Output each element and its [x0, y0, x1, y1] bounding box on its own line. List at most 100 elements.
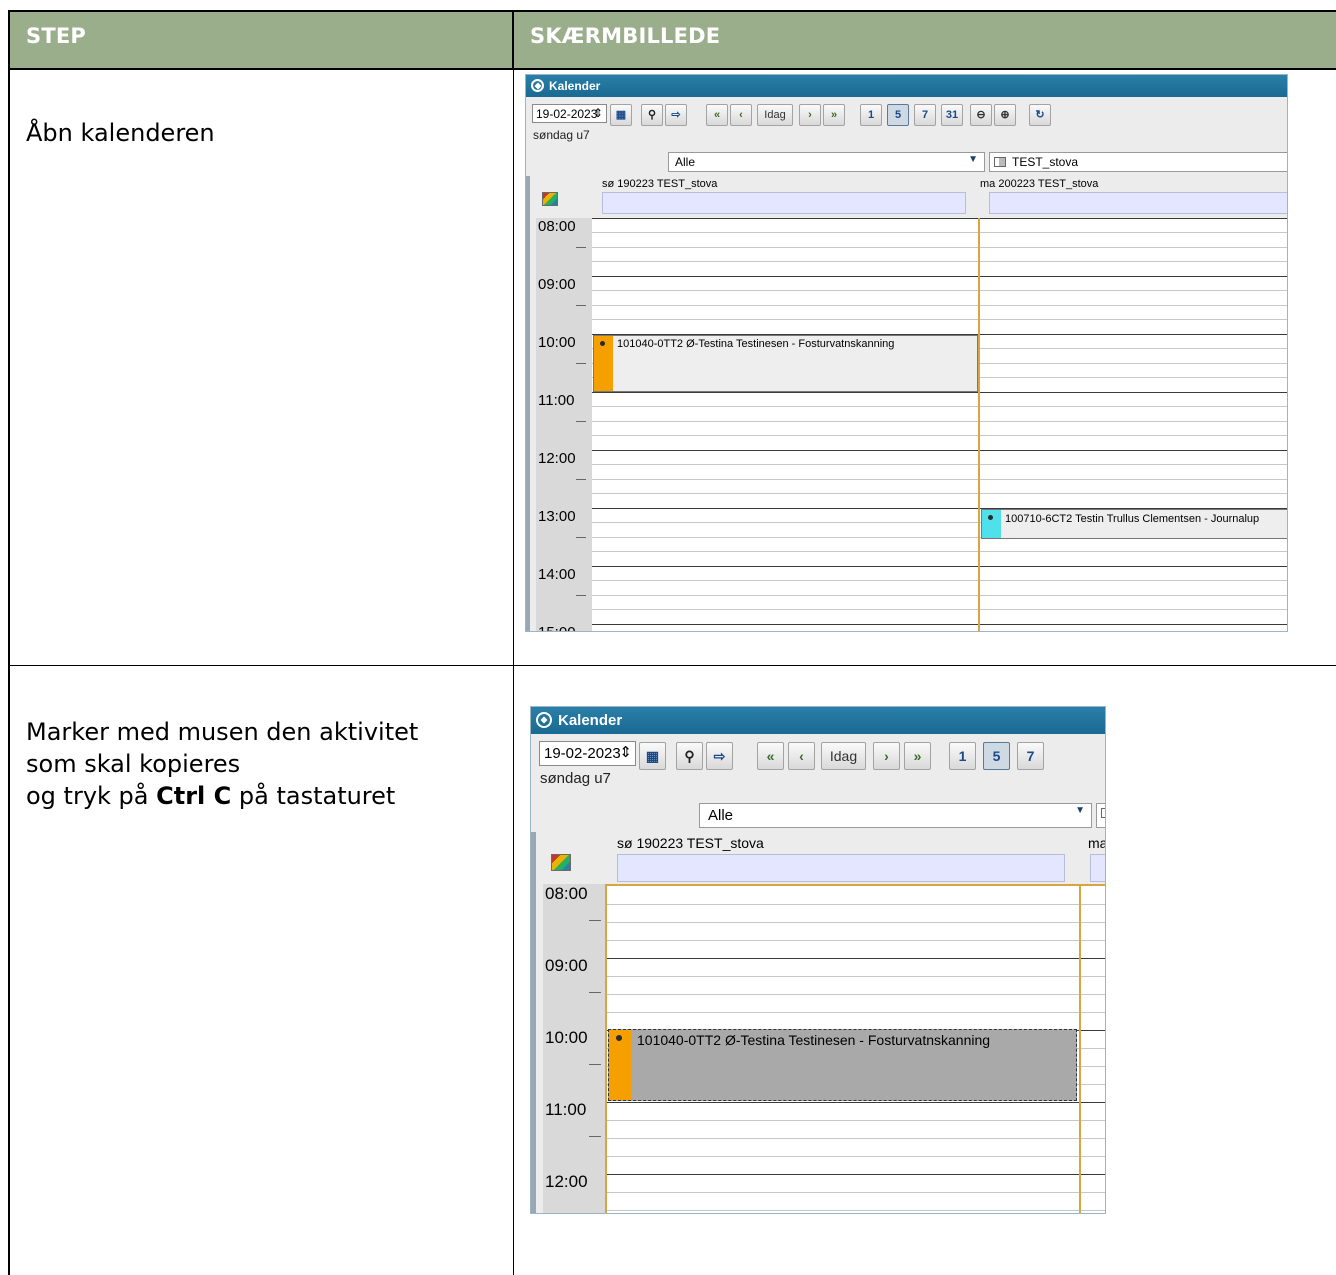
quarter-line [607, 1012, 1105, 1013]
half-hour-tick [576, 595, 586, 596]
resource-field[interactable] [1096, 803, 1105, 828]
forward-day-icon[interactable]: › [873, 742, 900, 770]
resource-icon [1101, 808, 1105, 818]
resource-field[interactable]: TEST_stova [989, 152, 1287, 172]
quarter-line [592, 290, 1287, 291]
calendar-grid[interactable]: 101040-0TT2 Ø-Testina Testinesen - Fostu… [605, 884, 1105, 1213]
today-button[interactable]: Idag [821, 742, 866, 770]
quarter-line [592, 493, 1287, 494]
day-separator [978, 218, 980, 631]
hour-label: 08:00 [545, 884, 588, 903]
event-fosturvatnskanning[interactable]: 101040-0TT2 Ø-Testina Testinesen - Fostu… [593, 335, 978, 392]
column-divider [513, 70, 514, 1275]
view-1-day-button[interactable]: 1 [860, 104, 882, 126]
forward-week-icon[interactable]: » [823, 104, 845, 126]
zoom-out-icon[interactable]: ⊖ [970, 104, 992, 126]
calendar-app-icon [531, 79, 544, 92]
calendar-picker-icon[interactable]: ▦ [639, 742, 666, 770]
event-marker-icon [600, 341, 605, 346]
view-7-day-button[interactable]: 7 [914, 104, 936, 126]
quarter-line [592, 406, 1287, 407]
quarter-line [607, 994, 1105, 995]
hour-line [592, 218, 1287, 219]
export-icon[interactable]: ⇨ [665, 104, 687, 126]
back-day-icon[interactable]: ‹ [788, 742, 815, 770]
forward-day-icon[interactable]: › [799, 104, 821, 126]
header-step-cell: STEP [10, 12, 514, 70]
quarter-line [607, 904, 1105, 905]
quarter-line [607, 1156, 1105, 1157]
hour-label: 09:00 [545, 956, 588, 975]
back-week-icon[interactable]: « [757, 742, 784, 770]
event-label: 101040-0TT2 Ø-Testina Testinesen - Fostu… [637, 1032, 991, 1048]
half-hour-tick [576, 537, 586, 538]
calendar-grid[interactable]: 101040-0TT2 Ø-Testina Testinesen - Fostu… [592, 218, 1287, 631]
back-day-icon[interactable]: ‹ [730, 104, 752, 126]
hour-line [607, 1174, 1105, 1175]
zoom-in-icon[interactable]: ⊕ [994, 104, 1016, 126]
binoculars-icon[interactable]: ⚲ [641, 104, 663, 126]
view-7-day-button[interactable]: 7 [1017, 742, 1044, 770]
hour-label: 13:00 [538, 508, 576, 525]
info-icon[interactable] [551, 854, 571, 871]
day-1-allday-bar[interactable] [602, 192, 966, 214]
binoculars-icon[interactable]: ⚲ [676, 742, 703, 770]
hour-line [592, 276, 1287, 277]
day-2-allday-bar[interactable] [1090, 854, 1105, 882]
filter-value: Alle [708, 807, 734, 824]
event-color-strip [982, 510, 1001, 538]
header-screenshot-label: SKÆRMBILLEDE [530, 24, 721, 48]
calendar-screenshot-1: Kalender 19-02-2023 ⇕ søndag u7 ▦ ⚲ ⇨ « … [525, 74, 1288, 632]
view-5-day-button[interactable]: 5 [983, 742, 1010, 770]
today-button[interactable]: Idag [757, 104, 793, 126]
day-2-title: ma 200223 TEST_stova [980, 178, 1099, 190]
event-marker-icon [988, 515, 993, 520]
view-31-day-button[interactable]: 31 [941, 104, 963, 126]
refresh-icon[interactable]: ↻ [1029, 104, 1051, 126]
hour-label: 10:00 [545, 1028, 588, 1047]
day-1-title: sø 190223 TEST_stova [602, 178, 718, 190]
calendar-picker-icon[interactable]: ▦ [610, 104, 632, 126]
back-week-icon[interactable]: « [706, 104, 728, 126]
event-journalup[interactable]: 100710-6CT2 Testin Trullus Clementsen - … [981, 509, 1287, 539]
view-1-day-button[interactable]: 1 [949, 742, 976, 770]
step-1-text: Åbn kalenderen [26, 119, 215, 147]
quarter-line [607, 1210, 1105, 1211]
hour-label: 15:00 [538, 624, 576, 631]
hour-line [607, 958, 1105, 959]
chevron-down-icon: ▼ [1075, 805, 1085, 816]
view-5-day-button[interactable]: 5 [887, 104, 909, 126]
quarter-line [592, 435, 1287, 436]
calendar-title: Kalender [558, 712, 623, 729]
date-value: 19-02-2023 [536, 107, 598, 121]
step-2-line-1: Marker med musen den aktivitet [26, 718, 419, 746]
date-input[interactable]: 19-02-2023 ⇕ [532, 104, 607, 123]
hour-line [592, 566, 1287, 567]
date-spinner-icon[interactable]: ⇕ [619, 743, 632, 761]
day-2-allday-bar[interactable] [989, 192, 1287, 214]
quarter-line [607, 1138, 1105, 1139]
chevron-down-icon: ▼ [968, 154, 978, 165]
date-input[interactable]: 19-02-2023 ⇕ [539, 741, 636, 766]
info-icon[interactable] [542, 192, 558, 206]
export-icon[interactable]: ⇨ [706, 742, 733, 770]
quarter-line [607, 940, 1105, 941]
half-hour-tick [576, 479, 586, 480]
row-divider [10, 665, 1336, 666]
forward-week-icon[interactable]: » [904, 742, 931, 770]
day-1-allday-bar[interactable] [617, 854, 1065, 882]
hour-label: 12:00 [538, 450, 576, 467]
window-edge [526, 176, 530, 631]
day-separator [1079, 886, 1081, 1213]
step-2-line-3-post: på tastaturet [231, 782, 396, 810]
event-marker-icon [616, 1035, 622, 1041]
hour-label: 11:00 [538, 392, 575, 409]
filter-select[interactable]: Alle ▼ [668, 152, 985, 172]
quarter-line [592, 247, 1287, 248]
filter-select[interactable]: Alle ▼ [699, 803, 1092, 828]
header-screenshot-cell: SKÆRMBILLEDE [514, 12, 1336, 70]
quarter-line [607, 1120, 1105, 1121]
calendar-titlebar: Kalender [531, 707, 1105, 734]
event-fosturvatnskanning-selected[interactable]: 101040-0TT2 Ø-Testina Testinesen - Fostu… [608, 1029, 1077, 1101]
date-spinner-icon[interactable]: ⇕ [593, 106, 603, 120]
